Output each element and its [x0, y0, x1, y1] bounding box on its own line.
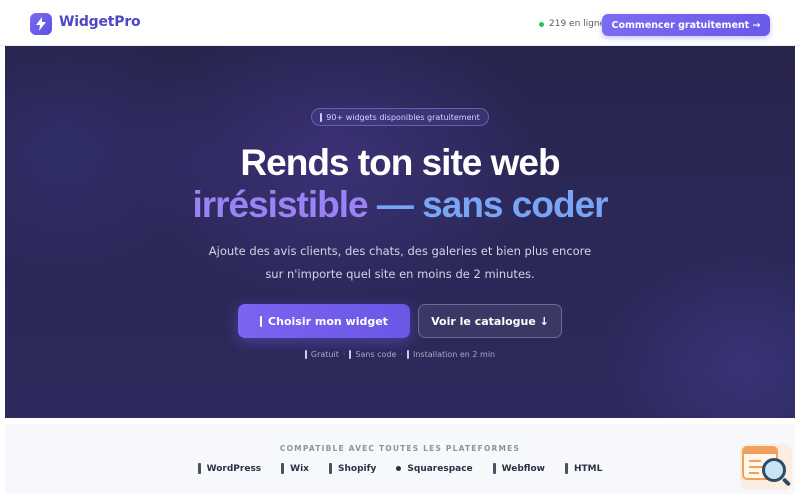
online-count: 219 en ligne — [549, 19, 606, 29]
badge-icon — [320, 112, 323, 122]
platform-webflow: Webflow — [492, 463, 545, 474]
choose-widget-button[interactable]: Choisir mon widget — [238, 304, 410, 338]
feature-separator: · — [342, 350, 346, 359]
choose-widget-label: Choisir mon widget — [268, 314, 388, 328]
online-status: 219 en ligne — [539, 19, 605, 29]
wix-icon — [281, 463, 285, 474]
hero-title-line1: Rends ton site web — [240, 142, 560, 183]
platform-squarespace: Squarespace — [396, 463, 473, 474]
feature-item: Installation en 2 min — [407, 350, 495, 359]
start-free-button[interactable]: Commencer gratuitement → — [602, 14, 770, 36]
platform-wix: Wix — [281, 463, 309, 474]
lightning-icon[interactable] — [30, 13, 52, 35]
platform-html: HTML — [564, 463, 602, 474]
feature-list: Gratuit · Sans code · Installation en 2 … — [5, 350, 795, 359]
platforms-list: WordPress Wix Shopify Squarespace Webflo… — [5, 463, 795, 474]
feature-item: Sans code — [349, 350, 396, 359]
online-dot-icon — [539, 21, 544, 27]
hero-section: 90+ widgets disponibles gratuitement Ren… — [5, 46, 795, 418]
hero-title-line2: irrésistible — sans coder — [5, 184, 795, 226]
check-icon — [349, 350, 352, 359]
check-icon — [304, 350, 307, 359]
feature-item: Gratuit — [304, 350, 339, 359]
view-catalog-button[interactable]: Voir le catalogue ↓ — [418, 304, 562, 338]
squarespace-icon — [396, 466, 402, 471]
hero-title-highlight: irrésistible — [192, 184, 368, 225]
platforms-title: COMPATIBLE AVEC TOUTES LES PLATEFORMES — [279, 444, 521, 453]
check-icon — [407, 350, 409, 359]
hero-subtitle: Ajoute des avis clients, des chats, des … — [208, 244, 592, 281]
shopify-icon — [329, 463, 332, 474]
feature-separator: · — [400, 350, 403, 359]
top-header: WidgetPro 219 en ligne Commencer gratuit… — [0, 0, 800, 46]
webflow-icon — [492, 463, 496, 474]
html-icon — [564, 463, 568, 474]
platform-shopify: Shopify — [329, 463, 376, 474]
platform-wordpress: WordPress — [197, 463, 261, 474]
wordpress-icon — [197, 463, 201, 474]
widget-icon — [260, 315, 263, 327]
hero-title-suffix: — sans coder — [376, 184, 609, 225]
brand-name[interactable]: WidgetPro — [59, 14, 141, 30]
badge-text: 90+ widgets disponibles gratuitement — [326, 112, 480, 122]
widgets-badge: 90+ widgets disponibles gratuitement — [311, 108, 489, 126]
floating-search-widget[interactable] — [740, 444, 792, 490]
platforms-section: COMPATIBLE AVEC TOUTES LES PLATEFORMES W… — [5, 424, 795, 494]
